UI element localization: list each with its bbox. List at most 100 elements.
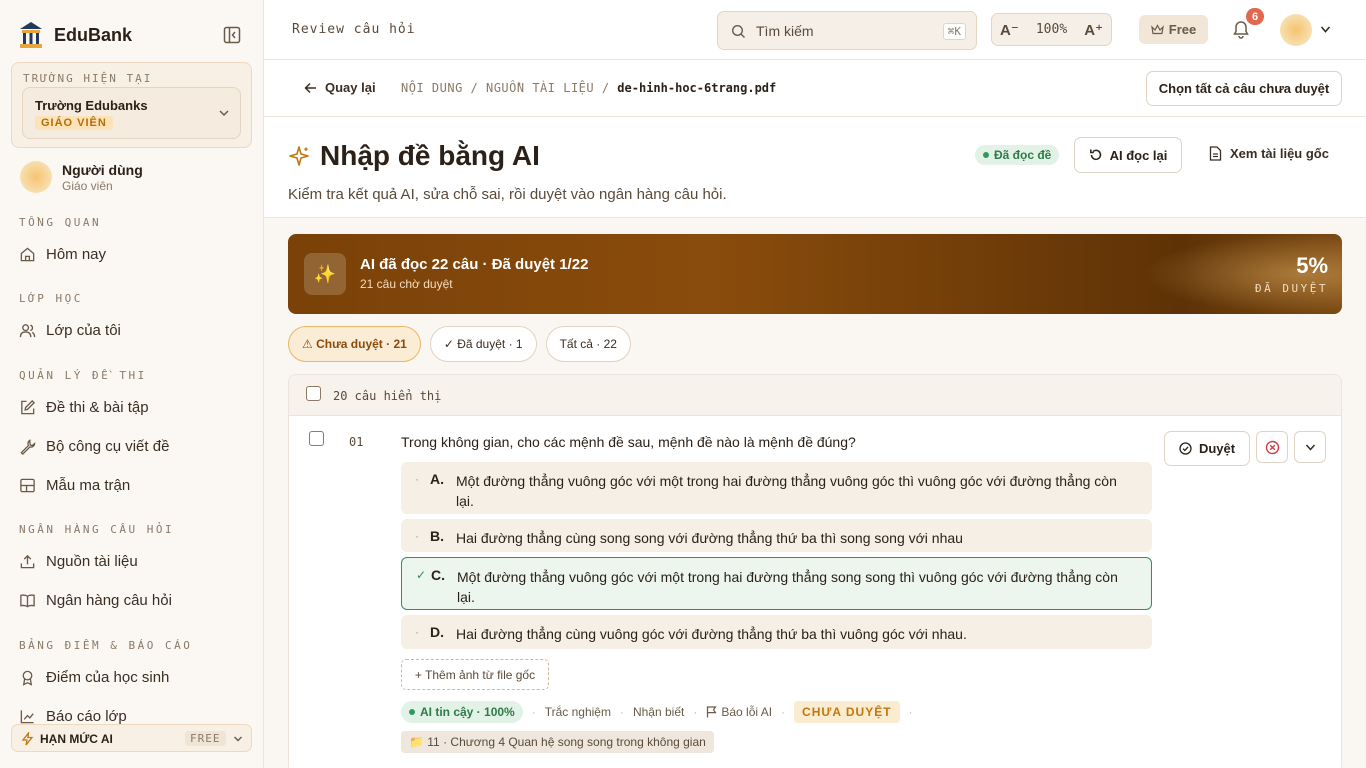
sidebar-item-label: Ngân hàng câu hỏi <box>46 592 172 609</box>
approved-percent-label: ĐÃ DUYỆT <box>1255 282 1328 295</box>
option-c-correct[interactable]: ✓ C. Một đường thẳng vuông góc với một t… <box>401 557 1152 610</box>
option-marker: · <box>415 472 419 486</box>
chevron-down-icon <box>1305 444 1315 451</box>
arrow-left-icon <box>304 82 316 93</box>
back-label: Quay lại <box>325 80 376 95</box>
sidebar-item-today[interactable]: Hôm nay <box>19 246 106 263</box>
reject-button[interactable] <box>1256 431 1288 463</box>
option-b[interactable]: · B. Hai đường thẳng cùng song song với … <box>401 519 1152 552</box>
sidebar-item-exams[interactable]: Đề thi & bài tập <box>19 399 149 416</box>
tab-approved[interactable]: ✓ Đã duyệt · 1 <box>429 326 537 362</box>
select-all-pending-button[interactable]: Chọn tất cả câu chưa duyệt <box>1146 71 1342 106</box>
option-d[interactable]: · D. Hai đường thẳng cùng vuông góc với … <box>401 615 1152 649</box>
school-select[interactable]: Trường Edubanks GIÁO VIÊN <box>22 87 241 139</box>
sidebar-item-sources[interactable]: Nguồn tài liệu <box>19 553 138 570</box>
chapter-tag[interactable]: 📁 11 · Chương 4 Quan hệ song song trong … <box>401 731 714 753</box>
sparkle-icon <box>289 146 309 166</box>
sidebar-item-label: Đề thi & bài tập <box>46 399 149 416</box>
document-icon <box>1209 146 1222 161</box>
ai-quota[interactable]: HẠN MỨC AI FREE <box>11 724 252 752</box>
expand-button[interactable] <box>1294 431 1326 463</box>
sidebar-item-label: Nguồn tài liệu <box>46 553 138 570</box>
sidebar-item-question-bank[interactable]: Ngân hàng câu hỏi <box>19 592 172 609</box>
question-meta: AI tin cậy · 100% · Trắc nghiệm · Nhận b… <box>401 701 913 723</box>
question-checkbox[interactable] <box>309 431 324 446</box>
nav-section-question-bank: NGÂN HÀNG CÂU HỎI <box>19 523 175 536</box>
wrench-icon <box>20 439 36 455</box>
sidebar-item-label: Bộ công cụ viết đề <box>46 438 170 455</box>
approve-button[interactable]: Duyệt <box>1164 431 1250 466</box>
zoom-control: A⁻ 100% A⁺ <box>991 13 1112 46</box>
tab-all[interactable]: Tất cả · 22 <box>545 326 631 362</box>
question-number: 01 <box>349 435 364 449</box>
option-marker: · <box>415 625 419 639</box>
notification-count: 6 <box>1246 8 1264 25</box>
role-badge: GIÁO VIÊN <box>35 116 113 130</box>
plan-button[interactable]: Free <box>1139 15 1208 44</box>
separator: · <box>619 705 624 719</box>
sidebar: EduBank TRƯỜNG HIỆN TẠI Trường Edubanks … <box>0 0 264 768</box>
sidebar-item-label: Điểm của học sinh <box>46 669 170 686</box>
avatar[interactable] <box>1280 14 1312 46</box>
breadcrumb-path[interactable]: NỘI DUNG / NGUỒN TÀI LIỆU / <box>401 81 617 95</box>
chevron-down-icon <box>234 736 242 742</box>
visible-count: 20 câu hiển thị <box>333 389 442 403</box>
report-ai-error-button[interactable]: Báo lỗi AI <box>706 705 772 719</box>
option-text: Một đường thẳng vuông góc với một trong … <box>457 569 1118 605</box>
lightning-icon <box>21 732 34 746</box>
sidebar-item-class-report[interactable]: Báo cáo lớp <box>19 708 127 725</box>
school-caption: TRƯỜNG HIỆN TẠI <box>23 72 153 85</box>
ai-reread-button[interactable]: AI đọc lại <box>1074 137 1182 173</box>
separator: · <box>781 705 786 719</box>
approved-percent: 5% <box>1296 253 1328 278</box>
read-status-label: Đã đọc đề <box>994 148 1052 162</box>
status-dot <box>409 709 415 715</box>
report-label: Báo lỗi AI <box>721 705 773 719</box>
chart-icon <box>20 710 34 724</box>
zoom-in-button[interactable]: A⁺ <box>1084 21 1103 39</box>
quota-label: HẠN MỨC AI <box>40 732 113 746</box>
edit-icon <box>21 399 36 415</box>
select-all-checkbox[interactable] <box>306 386 321 401</box>
grid-icon <box>20 478 35 493</box>
page-subtitle: Kiểm tra kết quả AI, sửa chỗ sai, rồi du… <box>288 186 727 203</box>
user-name: Người dùng <box>62 161 143 178</box>
sidebar-item-authoring-tools[interactable]: Bộ công cụ viết đề <box>19 438 169 455</box>
add-image-button[interactable]: + Thêm ảnh từ file gốc <box>401 659 549 690</box>
search-input[interactable]: Tìm kiếm ⌘K <box>717 11 977 50</box>
sparkles-icon: ✨ <box>304 253 346 295</box>
banner-subtitle: 21 câu chờ duyệt <box>360 277 453 291</box>
view-source-button[interactable]: Xem tài liệu gốc <box>1209 146 1329 161</box>
question-text: Trong không gian, cho các mệnh đề sau, m… <box>401 434 856 450</box>
page-label: Review câu hỏi <box>292 22 416 37</box>
zoom-out-button[interactable]: A⁻ <box>1000 21 1019 39</box>
view-source-label: Xem tài liệu gốc <box>1230 146 1329 161</box>
back-button[interactable]: Quay lại <box>304 80 376 95</box>
school-logo-icon <box>20 22 42 48</box>
sidebar-item-my-classes[interactable]: Lớp của tôi <box>19 322 121 339</box>
sidebar-item-student-scores[interactable]: Điểm của học sinh <box>19 669 169 686</box>
option-text: Một đường thẳng vuông góc với một trong … <box>456 473 1117 509</box>
tab-pending[interactable]: ⚠ Chưa duyệt · 21 <box>288 326 421 362</box>
user-profile[interactable]: Người dùng Giáo viên <box>20 161 143 193</box>
plan-label: Free <box>1168 22 1197 37</box>
topbar: Review câu hỏi Tìm kiếm ⌘K A⁻ 100% A⁺ Fr… <box>264 0 1366 60</box>
ai-confidence-badge: AI tin cậy · 100% <box>401 701 523 723</box>
award-icon <box>22 670 33 686</box>
chevron-down-icon[interactable] <box>1320 25 1331 34</box>
sidebar-item-label: Mẫu ma trận <box>46 477 131 494</box>
option-a[interactable]: · A. Một đường thẳng vuông góc với một t… <box>401 462 1152 514</box>
collapse-sidebar-icon[interactable] <box>223 26 243 44</box>
page-title: Nhập đề bằng AI <box>320 140 540 171</box>
brand[interactable]: EduBank <box>18 20 132 50</box>
option-letter: A. <box>430 471 444 487</box>
separator: · <box>908 705 913 719</box>
option-letter: D. <box>430 624 444 640</box>
sidebar-item-matrix-templates[interactable]: Mẫu ma trận <box>19 477 130 494</box>
flag-icon <box>707 706 718 718</box>
filter-tabs: ⚠ Chưa duyệt · 21 ✓ Đã duyệt · 1 Tất cả … <box>288 326 631 362</box>
avatar <box>20 161 52 193</box>
progress-banner: ✨ AI đã đọc 22 câu · Đã duyệt 1/22 21 câ… <box>288 234 1342 314</box>
check-circle-icon <box>1179 442 1192 455</box>
home-icon <box>20 247 35 262</box>
